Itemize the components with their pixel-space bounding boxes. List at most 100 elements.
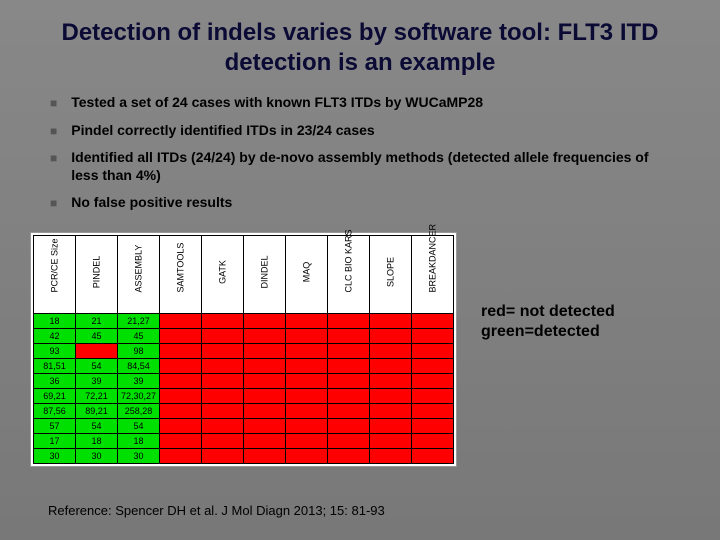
table-cell: 39 <box>76 373 118 388</box>
table-cell <box>328 343 370 358</box>
table-cell: 18 <box>118 433 160 448</box>
table-cell <box>160 433 202 448</box>
bullet-dot-icon: ■ <box>50 196 57 211</box>
table-row: 171818 <box>34 433 454 448</box>
table-cell <box>412 418 454 433</box>
table-cell: 72,30,27 <box>118 388 160 403</box>
table-cell <box>202 433 244 448</box>
table-cell: 93 <box>34 343 76 358</box>
table-cell <box>328 358 370 373</box>
table-header: PINDEL <box>76 235 118 313</box>
table-cell <box>328 373 370 388</box>
table-row: 575454 <box>34 418 454 433</box>
color-legend: red= not detected green=detected <box>481 302 615 342</box>
table-cell <box>412 433 454 448</box>
table-cell: 258,28 <box>118 403 160 418</box>
table-cell <box>328 388 370 403</box>
content-row: PCR/CE SizePINDELASSEMBLYSAMTOOLSGATKDIN… <box>0 232 720 467</box>
bullet-dot-icon: ■ <box>50 124 57 139</box>
bullet-dot-icon: ■ <box>50 151 57 166</box>
table-cell <box>412 448 454 463</box>
table-cell: 84,54 <box>118 358 160 373</box>
table-cell <box>244 328 286 343</box>
table-cell <box>202 403 244 418</box>
bullet-dot-icon: ■ <box>50 96 57 111</box>
table-cell: 72,21 <box>76 388 118 403</box>
table-cell <box>370 373 412 388</box>
table-cell <box>202 358 244 373</box>
table-cell <box>328 418 370 433</box>
table-cell <box>286 418 328 433</box>
table-cell <box>244 448 286 463</box>
bullet-item: ■ Pindel correctly identified ITDs in 23… <box>50 122 660 140</box>
table-cell <box>160 358 202 373</box>
table-cell <box>244 343 286 358</box>
table-cell: 17 <box>34 433 76 448</box>
bullet-text: Tested a set of 24 cases with known FLT3… <box>71 94 483 112</box>
table-cell <box>244 403 286 418</box>
legend-green: green=detected <box>481 322 615 342</box>
table-cell <box>286 328 328 343</box>
table-cell <box>286 448 328 463</box>
table-cell <box>412 373 454 388</box>
table-cell <box>160 388 202 403</box>
table-cell: 54 <box>76 358 118 373</box>
detection-table-container: PCR/CE SizePINDELASSEMBLYSAMTOOLSGATKDIN… <box>30 232 457 467</box>
table-cell: 39 <box>118 373 160 388</box>
table-cell: 45 <box>118 328 160 343</box>
table-cell <box>244 418 286 433</box>
table-cell <box>286 433 328 448</box>
table-cell <box>412 388 454 403</box>
table-row: 363939 <box>34 373 454 388</box>
table-cell: 45 <box>76 328 118 343</box>
detection-table: PCR/CE SizePINDELASSEMBLYSAMTOOLSGATKDIN… <box>33 235 454 464</box>
table-header: PCR/CE Size <box>34 235 76 313</box>
table-cell <box>328 403 370 418</box>
table-cell: 18 <box>34 313 76 328</box>
table-header: SAMTOOLS <box>160 235 202 313</box>
table-cell: 57 <box>34 418 76 433</box>
table-cell <box>202 313 244 328</box>
table-row: 9398 <box>34 343 454 358</box>
bullet-text: Pindel correctly identified ITDs in 23/2… <box>71 122 374 140</box>
table-cell <box>244 388 286 403</box>
table-cell <box>160 373 202 388</box>
table-cell <box>160 448 202 463</box>
bullet-item: ■ Tested a set of 24 cases with known FL… <box>50 94 660 112</box>
table-cell <box>370 313 412 328</box>
table-cell <box>412 358 454 373</box>
table-header: ASSEMBLY <box>118 235 160 313</box>
table-cell <box>328 328 370 343</box>
table-cell <box>202 388 244 403</box>
table-header: DINDEL <box>244 235 286 313</box>
table-cell <box>412 328 454 343</box>
legend-red: red= not detected <box>481 302 615 322</box>
table-cell: 36 <box>34 373 76 388</box>
table-row: 87,5689,21258,28 <box>34 403 454 418</box>
bullet-item: ■ Identified all ITDs (24/24) by de-novo… <box>50 149 660 184</box>
table-cell: 87,56 <box>34 403 76 418</box>
table-row: 69,2172,2172,30,27 <box>34 388 454 403</box>
table-cell: 54 <box>76 418 118 433</box>
table-cell: 30 <box>76 448 118 463</box>
table-cell: 42 <box>34 328 76 343</box>
table-cell <box>160 403 202 418</box>
table-cell <box>244 373 286 388</box>
table-cell <box>370 433 412 448</box>
reference-citation: Reference: Spencer DH et al. J Mol Diagn… <box>48 503 385 518</box>
table-cell <box>370 448 412 463</box>
table-cell <box>244 358 286 373</box>
table-cell <box>286 358 328 373</box>
table-cell <box>76 343 118 358</box>
table-cell <box>370 343 412 358</box>
table-cell: 30 <box>118 448 160 463</box>
table-cell <box>370 328 412 343</box>
table-cell <box>328 313 370 328</box>
table-row: 81,515484,54 <box>34 358 454 373</box>
table-cell <box>244 313 286 328</box>
table-cell <box>412 313 454 328</box>
table-header: BREAKDANCER <box>412 235 454 313</box>
table-header: MAQ <box>286 235 328 313</box>
table-row: 303030 <box>34 448 454 463</box>
table-cell <box>202 343 244 358</box>
